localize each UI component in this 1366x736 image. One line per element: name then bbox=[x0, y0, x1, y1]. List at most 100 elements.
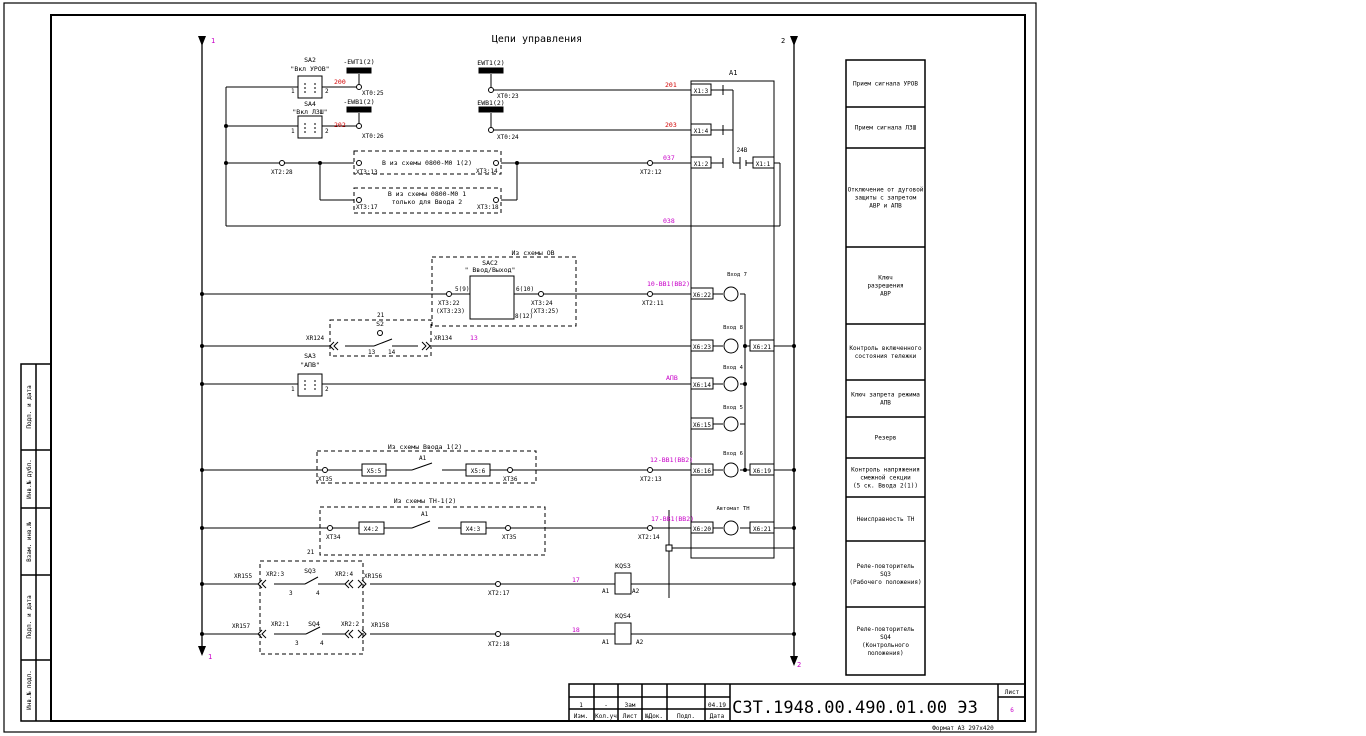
switch-sa4[interactable] bbox=[297, 115, 323, 139]
terminal-label: XT2:17 bbox=[488, 590, 510, 597]
relay-kqs4 bbox=[614, 622, 632, 645]
pin-label: A2 bbox=[636, 639, 644, 646]
title-block-cell: Подп. bbox=[677, 713, 695, 720]
kqs3-label: KQS3 bbox=[615, 562, 631, 570]
pin-label: A1 bbox=[602, 588, 610, 595]
a1-port: X6:22 bbox=[693, 292, 711, 299]
ewt2-label: EWT1(2) bbox=[477, 59, 504, 67]
pin-label: 3 bbox=[289, 590, 293, 597]
pin-label: 6(10) bbox=[516, 286, 534, 293]
a1-port: X6:20 bbox=[693, 526, 711, 533]
wire-label: 17 bbox=[572, 576, 580, 584]
pin-label: 1 bbox=[291, 88, 295, 95]
button-ewt[interactable] bbox=[346, 67, 372, 74]
a1-port: X6:15 bbox=[693, 422, 711, 429]
rail-label: 2 bbox=[797, 661, 801, 669]
outer-frame bbox=[3, 2, 1037, 733]
pin-label: 1 bbox=[291, 128, 295, 135]
pin-label: 2 bbox=[325, 88, 329, 95]
title-block-cell: Изм. bbox=[574, 713, 588, 720]
sheet-label: Лист bbox=[1005, 689, 1020, 696]
a1-port: X6:21 bbox=[753, 526, 771, 533]
terminal-label: (XT3:25) bbox=[530, 308, 559, 315]
terminal-label: XT3:22 bbox=[438, 300, 460, 307]
s2-label: S2 bbox=[376, 320, 384, 328]
supply-label: 24В bbox=[737, 147, 748, 154]
sa4-caption: "Вкл ЛЗШ" bbox=[292, 108, 327, 116]
sa3-caption: "АПВ" bbox=[300, 361, 320, 369]
legend-item: Резерв bbox=[875, 435, 897, 442]
legend-item: Отключение от дуговой защиты с запретом АВ… bbox=[848, 187, 924, 210]
wire-label: 18 bbox=[572, 626, 580, 634]
terminal-label: XT34 bbox=[326, 534, 341, 541]
kqs4-label: KQS4 bbox=[615, 612, 631, 620]
wire-label: 037 bbox=[663, 154, 675, 162]
wire-label: 201 bbox=[665, 81, 677, 89]
pin-label: 14 bbox=[388, 349, 396, 356]
switch-sac2[interactable] bbox=[469, 275, 515, 320]
pin-label: A2 bbox=[632, 588, 640, 595]
wiring bbox=[202, 74, 794, 635]
legend-item: Неисправность ТН bbox=[857, 516, 915, 523]
terminal-label: XR158 bbox=[371, 622, 389, 629]
sq3-label: SQ3 bbox=[304, 567, 316, 575]
title-block-cell: №Док. bbox=[645, 713, 663, 720]
title-block-cell: Лист bbox=[623, 713, 638, 720]
terminal-label: XT2:28 bbox=[271, 169, 293, 176]
terminal-label: XT35 bbox=[502, 534, 517, 541]
side-stamp-label: Взам. инв.№ bbox=[26, 522, 33, 562]
terminal-label: XT3:18 bbox=[477, 204, 499, 211]
button-ewt2[interactable] bbox=[478, 67, 504, 74]
pin-label: 5(9) bbox=[455, 286, 469, 293]
pin-label: 2 bbox=[325, 128, 329, 135]
rail-label: 1 bbox=[211, 37, 215, 45]
legend-item: Реле-повторитель SQ4 (Контрольного положени… bbox=[857, 626, 915, 657]
a1-port: X1:3 bbox=[694, 88, 709, 95]
terminal-label: XT3:14 bbox=[476, 168, 498, 175]
pin-label: 3 bbox=[295, 640, 299, 647]
sa4-name: SA4 bbox=[304, 100, 316, 108]
wire-label: 203 bbox=[665, 121, 677, 129]
button-ewb2[interactable] bbox=[478, 106, 504, 113]
side-stamp-labels: Подп. и дата Инв.№ дубл. Взам. инв.№ Под… bbox=[26, 385, 33, 710]
terminal-label: XT3:24 bbox=[531, 300, 553, 307]
contact-label: X4:3 bbox=[466, 526, 481, 533]
terminal-label: XR134 bbox=[434, 335, 452, 342]
legend-item: Ключ запрета режима АПВ bbox=[851, 392, 920, 407]
title-block-cell: Кол.уч bbox=[595, 713, 617, 720]
terminal-label: XT2:18 bbox=[488, 641, 510, 648]
switch-sa2[interactable] bbox=[297, 75, 323, 99]
terminal-label: XR156 bbox=[364, 573, 382, 580]
side-stamp-label: Инв.№ подл. bbox=[26, 670, 33, 710]
button-ewb[interactable] bbox=[346, 106, 372, 113]
ewb-label: -EWB1(2) bbox=[343, 98, 374, 106]
terminal-label: XR2:1 bbox=[271, 621, 289, 628]
sa2-caption: "Вкл УРОВ" bbox=[290, 65, 329, 73]
side-stamp-label: Подп. и дата bbox=[26, 385, 33, 429]
terminal-label: XT2:12 bbox=[640, 169, 662, 176]
ewt-label: -EWT1(2) bbox=[343, 58, 374, 66]
terminal-label: XT35 bbox=[318, 476, 333, 483]
input-label: Вход 5 bbox=[723, 405, 743, 411]
ewb2-label: EWB1(2) bbox=[477, 99, 504, 107]
a1-port: X1:1 bbox=[756, 161, 771, 168]
terminal-label: XR2:2 bbox=[341, 621, 359, 628]
switch-sa3[interactable] bbox=[297, 373, 323, 397]
legend-item: Контроль включенного состояния тележки bbox=[849, 345, 922, 360]
wire-label: 10-BB1(BB2) bbox=[647, 280, 690, 288]
document-number: СЗТ.1948.00.490.01.00 ЭЗ bbox=[732, 698, 978, 718]
diagram-title: Цепи управления bbox=[492, 34, 582, 45]
pin-label: 4 bbox=[316, 590, 320, 597]
wire-label: 12-BB1(BB2) bbox=[650, 456, 693, 464]
box-caption: В из схемы 0800-М0 1(2) bbox=[382, 159, 472, 167]
terminal-label: XT3:13 bbox=[356, 169, 378, 176]
device-a1-label: A1 bbox=[729, 69, 737, 77]
contact-label: X5:5 bbox=[367, 468, 382, 475]
terminal-label: XT2:14 bbox=[638, 534, 660, 541]
legend-item: Прием сигнала ЛЗШ bbox=[855, 125, 917, 132]
box-caption: Из схемы ТН-1(2) bbox=[394, 497, 457, 505]
pin-label: A1 bbox=[421, 511, 429, 518]
terminal-label: XR2:4 bbox=[335, 571, 353, 578]
format-label: Формат А3 297х420 bbox=[932, 725, 994, 732]
terminal-label: XR2:3 bbox=[266, 571, 284, 578]
